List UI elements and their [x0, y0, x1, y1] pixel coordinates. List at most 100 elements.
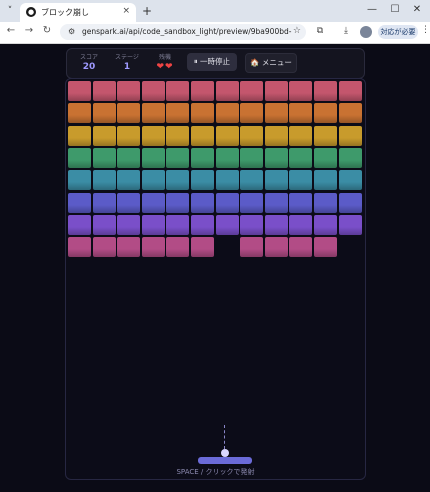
brick [264, 192, 288, 213]
action-needed-button[interactable]: 対応が必要 [378, 25, 418, 39]
menu-button[interactable]: 🏠 メニュー [245, 53, 297, 73]
brick [68, 103, 91, 124]
launch-hint: SPACE / クリックで発射 [176, 468, 255, 476]
brick [68, 214, 91, 235]
brick [314, 81, 337, 101]
tab-close-icon[interactable]: × [122, 6, 130, 16]
paddle[interactable] [198, 457, 252, 464]
brick [141, 237, 165, 258]
lives-label: 残機 [158, 54, 171, 61]
brick [191, 147, 214, 168]
brick [141, 81, 165, 101]
score-stat: スコア 20 [75, 52, 103, 72]
stage-stat: ステージ 1 [111, 52, 143, 72]
extensions-icon[interactable]: ⧉ [314, 26, 326, 36]
browser-menu-icon[interactable]: ⋮ [421, 25, 430, 35]
tab-list-icon[interactable]: ˅ [4, 5, 16, 17]
minimize-button[interactable]: — [365, 4, 379, 15]
brick [264, 125, 288, 146]
url-text[interactable]: genspark.ai/api/code_sandbox_light/previ… [82, 27, 292, 36]
brick [92, 192, 116, 213]
brick [215, 103, 239, 124]
lives-stat: 残機 ❤❤ [151, 52, 179, 72]
reload-button[interactable]: ↻ [40, 25, 54, 36]
brick [264, 170, 288, 191]
brick [314, 170, 337, 191]
ball [221, 449, 229, 457]
brick [68, 81, 91, 101]
maximize-button[interactable]: ☐ [388, 4, 402, 15]
aim-guide-line [224, 425, 225, 449]
brick [92, 170, 116, 191]
address-bar[interactable]: ⚙ genspark.ai/api/code_sandbox_light/pre… [60, 24, 306, 40]
brick [191, 125, 214, 146]
brick [191, 214, 214, 235]
brick [338, 214, 362, 235]
brick [117, 125, 141, 146]
brick [289, 237, 313, 258]
score-value: 20 [82, 62, 96, 72]
brick [289, 125, 313, 146]
brick [264, 214, 288, 235]
brick [264, 147, 288, 168]
brick [117, 103, 141, 124]
brick [166, 170, 190, 191]
pause-button[interactable]: ⏸ 一時停止 [187, 53, 237, 71]
brick [191, 81, 214, 101]
brick [68, 125, 91, 146]
brick [264, 237, 288, 258]
brick [92, 147, 116, 168]
brick [289, 214, 313, 235]
brick [240, 192, 264, 213]
site-info-icon[interactable]: ⚙ [68, 27, 75, 36]
game-field[interactable]: SPACE / クリックで発射 [65, 78, 366, 480]
new-tab-button[interactable]: + [142, 4, 152, 18]
close-window-button[interactable]: ✕ [410, 4, 424, 15]
stage-label: ステージ [115, 54, 139, 61]
brick [215, 81, 239, 101]
brick [314, 237, 337, 258]
brick [141, 125, 165, 146]
brick [191, 103, 214, 124]
brick [191, 237, 214, 258]
brick [264, 103, 288, 124]
brick [240, 214, 264, 235]
brick [240, 125, 264, 146]
brick [314, 147, 337, 168]
brick [92, 237, 116, 258]
brick [191, 192, 214, 213]
brick [117, 147, 141, 168]
brick [117, 237, 141, 258]
game-page: スコア 20 ステージ 1 残機 ❤❤ ⏸ 一時停止 🏠 メニュー SPACE … [0, 44, 430, 492]
brick [338, 192, 362, 213]
brick [240, 237, 264, 258]
brick [338, 103, 362, 124]
bookmark-star-icon[interactable]: ☆ [293, 26, 301, 36]
browser-tab[interactable]: ● ブロック崩し × [20, 3, 136, 22]
brick [289, 147, 313, 168]
brick [240, 81, 264, 101]
brick [314, 214, 337, 235]
brick [68, 147, 91, 168]
browser-title-bar: ˅ ● ブロック崩し × + — ☐ ✕ [0, 0, 430, 22]
brick [166, 103, 190, 124]
brick [289, 81, 313, 101]
brick [92, 103, 116, 124]
brick [92, 81, 116, 101]
brick [141, 103, 165, 124]
brick [68, 237, 91, 258]
brick [289, 103, 313, 124]
tab-favicon-icon: ● [26, 7, 36, 17]
brick [240, 103, 264, 124]
download-icon[interactable]: ⤓ [340, 26, 352, 36]
back-button[interactable]: ← [4, 25, 18, 36]
brick [166, 237, 190, 258]
forward-button[interactable]: → [22, 25, 36, 36]
brick [117, 170, 141, 191]
brick [215, 192, 239, 213]
profile-avatar[interactable] [360, 26, 372, 38]
brick [215, 170, 239, 191]
brick [215, 125, 239, 146]
brick [215, 147, 239, 168]
brick [338, 147, 362, 168]
